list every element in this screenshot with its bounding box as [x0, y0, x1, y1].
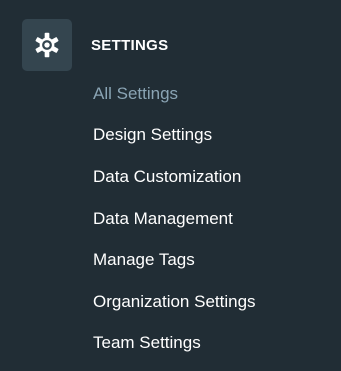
menu-item-data-management[interactable]: Data Management	[93, 198, 256, 240]
gear-icon	[35, 32, 59, 58]
menu-item-data-customization[interactable]: Data Customization	[93, 156, 256, 198]
menu-item-manage-tags[interactable]: Manage Tags	[93, 239, 256, 281]
menu-item-organization-settings[interactable]: Organization Settings	[93, 281, 256, 323]
menu-item-design-settings[interactable]: Design Settings	[93, 115, 256, 157]
menu-item-team-settings[interactable]: Team Settings	[93, 323, 256, 365]
menu-item-all-settings[interactable]: All Settings	[93, 73, 256, 115]
settings-section-header[interactable]: SETTINGS	[22, 19, 168, 71]
section-title: SETTINGS	[91, 36, 169, 54]
settings-sidebar-panel: SETTINGS All Settings Design Settings Da…	[0, 0, 341, 371]
settings-menu: All Settings Design Settings Data Custom…	[93, 73, 256, 364]
settings-icon-tile[interactable]	[22, 19, 72, 71]
